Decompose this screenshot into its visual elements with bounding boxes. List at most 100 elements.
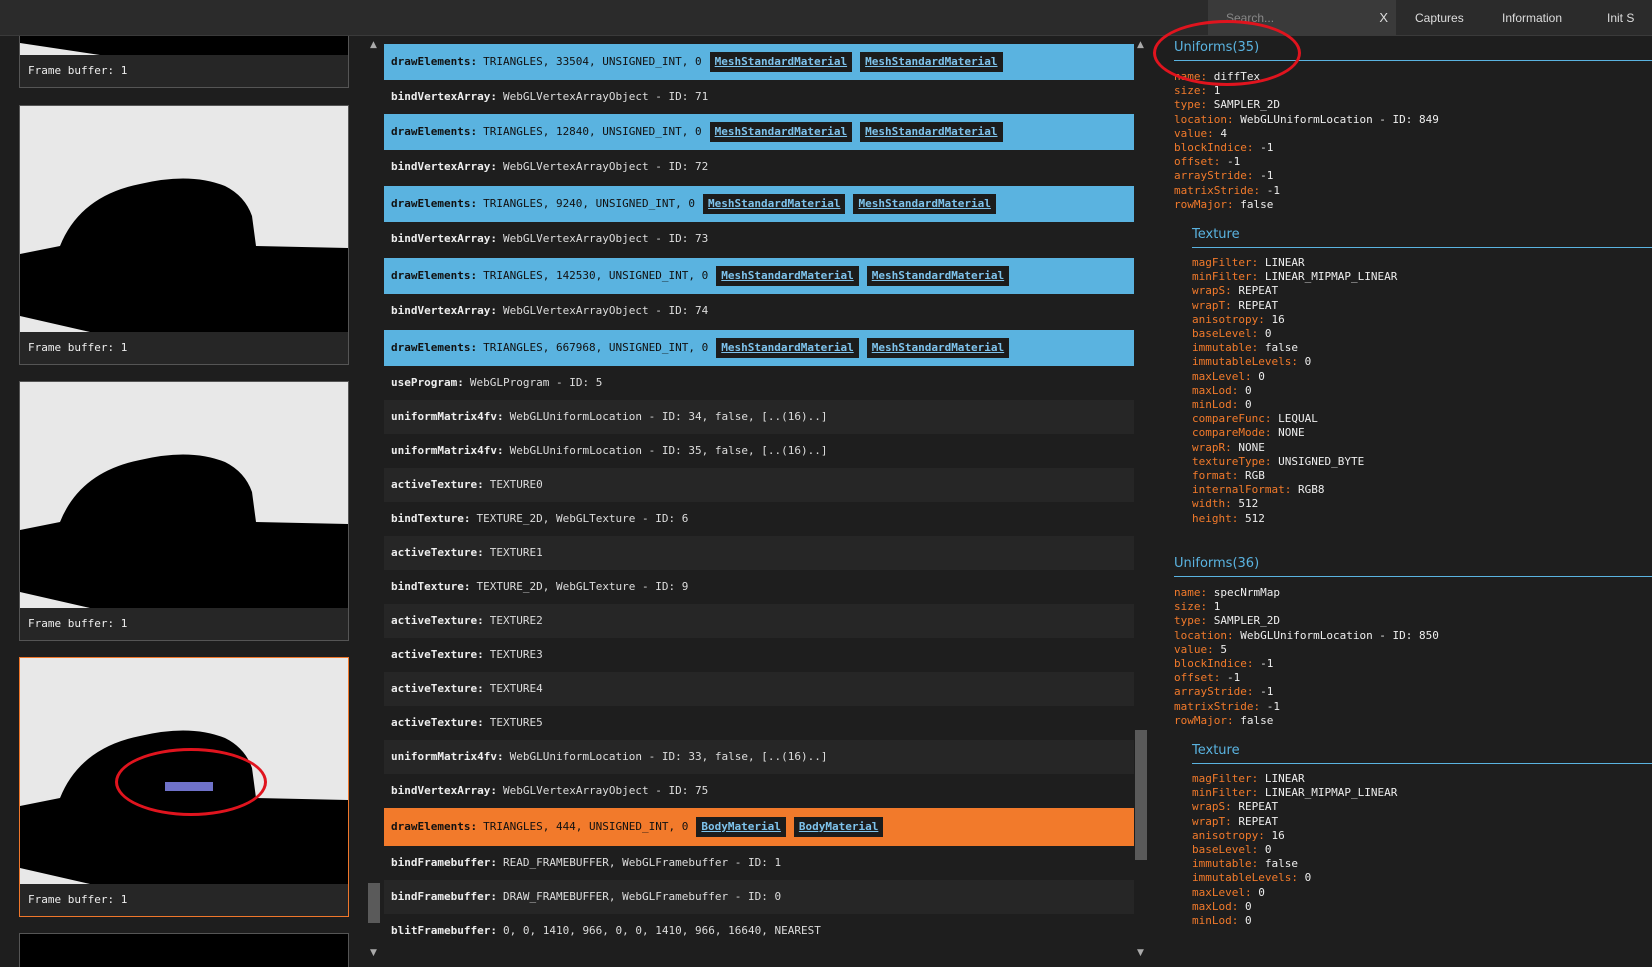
- framebuffer-preview: [20, 106, 348, 332]
- draw-call-row[interactable]: drawElements: TRIANGLES, 12840, UNSIGNED_…: [384, 114, 1134, 150]
- scroll-up-icon[interactable]: ▲: [370, 40, 377, 50]
- tab-information[interactable]: Information: [1502, 11, 1562, 25]
- material-link[interactable]: MeshStandardMaterial: [866, 266, 1010, 286]
- command-args: WebGLVertexArrayObject - ID: 74: [502, 304, 709, 317]
- command-row[interactable]: activeTexture: TEXTURE5: [384, 706, 1134, 740]
- command-row[interactable]: bindVertexArray: WebGLVertexArrayObject -…: [384, 774, 1134, 808]
- material-link[interactable]: MeshStandardMaterial: [709, 122, 853, 142]
- command-args: WebGLProgram - ID: 5: [469, 376, 603, 389]
- search-clear-button[interactable]: X: [1379, 10, 1388, 25]
- command-args: TEXTURE_2D, WebGLTexture - ID: 9: [476, 580, 689, 593]
- command-row[interactable]: activeTexture: TEXTURE2: [384, 604, 1134, 638]
- draw-call-row[interactable]: drawElements: TRIANGLES, 9240, UNSIGNED_I…: [384, 186, 1134, 222]
- command-row[interactable]: activeTexture: TEXTURE3: [384, 638, 1134, 672]
- material-link[interactable]: MeshStandardMaterial: [853, 194, 996, 214]
- field-key: rowMajor:: [1174, 713, 1234, 727]
- command-row[interactable]: bindFramebuffer: READ_FRAMEBUFFER, WebGLF…: [384, 846, 1134, 880]
- scroll-down-icon[interactable]: ▼: [1137, 948, 1144, 958]
- texture-field: baseLevel: 0: [1192, 842, 1271, 857]
- uniform-field: blockIndice: -1: [1174, 656, 1273, 671]
- command-row[interactable]: bindFramebuffer: DRAW_FRAMEBUFFER, WebGLF…: [384, 880, 1134, 914]
- visual-states-panel: Frame buffer: 1 Frame buffer: 1 Frame bu…: [0, 36, 365, 967]
- command-row[interactable]: bindTexture: TEXTURE_2D, WebGLTexture - I…: [384, 502, 1134, 536]
- texture-section-title[interactable]: Texture: [1192, 743, 1240, 758]
- material-link[interactable]: MeshStandardMaterial: [709, 52, 853, 72]
- field-key: blockIndice:: [1174, 657, 1254, 670]
- texture-section-title[interactable]: Texture: [1192, 227, 1240, 242]
- command-row[interactable]: activeTexture: TEXTURE1: [384, 536, 1134, 570]
- command-row[interactable]: uniformMatrix4fv: WebGLUniformLocation - …: [384, 434, 1134, 468]
- thumbnail-card[interactable]: Frame buffer: 1: [19, 381, 349, 641]
- scroll-thumb[interactable]: [1135, 730, 1147, 860]
- thumbnail-card[interactable]: Frame buffer: 1: [19, 105, 349, 365]
- draw-call-row[interactable]: drawElements: TRIANGLES, 33504, UNSIGNED_…: [384, 44, 1134, 80]
- command-args: TEXTURE_2D, WebGLTexture - ID: 6: [476, 512, 689, 525]
- material-link[interactable]: MeshStandardMaterial: [860, 122, 1003, 142]
- field-key: value:: [1174, 642, 1214, 656]
- command-row[interactable]: useProgram: WebGLProgram - ID: 5: [384, 366, 1134, 400]
- field-key: arrayStride:: [1174, 685, 1254, 699]
- material-link[interactable]: MeshStandardMaterial: [860, 52, 1003, 72]
- command-row[interactable]: uniformMatrix4fv: WebGLUniformLocation - …: [384, 400, 1134, 434]
- command-row[interactable]: uniformMatrix4fv: WebGLUniformLocation - …: [384, 740, 1134, 774]
- uniform-section-title[interactable]: Uniforms(36): [1174, 556, 1259, 571]
- texture-field: compareFunc: LEQUAL: [1192, 411, 1318, 426]
- field-key: rowMajor:: [1174, 197, 1234, 211]
- draw-call-row[interactable]: drawElements: TRIANGLES, 444, UNSIGNED_IN…: [384, 808, 1134, 846]
- thumbnail-card-selected[interactable]: Frame buffer: 1: [19, 657, 349, 917]
- texture-field: magFilter: LINEAR: [1192, 771, 1305, 786]
- thumbnail-card[interactable]: [19, 933, 349, 967]
- search-box: X: [1208, 0, 1396, 36]
- field-value: false: [1240, 197, 1274, 211]
- material-link[interactable]: MeshStandardMaterial: [866, 338, 1010, 358]
- command-row[interactable]: bindVertexArray: WebGLVertexArrayObject -…: [384, 80, 1134, 114]
- command-args: TEXTURE2: [489, 614, 543, 627]
- material-link[interactable]: BodyMaterial: [696, 817, 786, 837]
- command-name: bindFramebuffer:: [391, 890, 497, 903]
- command-name: blitFramebuffer:: [391, 924, 497, 937]
- field-value: SAMPLER_2D: [1213, 614, 1280, 628]
- command-args: TEXTURE1: [489, 546, 543, 559]
- scroll-down-icon[interactable]: ▼: [370, 948, 377, 958]
- texture-field: wrapS: REPEAT: [1192, 283, 1278, 298]
- draw-call-row[interactable]: drawElements: TRIANGLES, 142530, UNSIGNED…: [384, 258, 1134, 294]
- texture-field: immutable: false: [1192, 340, 1298, 355]
- field-key: location:: [1174, 112, 1234, 126]
- material-link[interactable]: BodyMaterial: [793, 817, 884, 837]
- left-scrollbar[interactable]: ▲ ▼: [367, 40, 380, 960]
- texture-field: wrapR: NONE: [1192, 440, 1265, 455]
- command-args: WebGLVertexArrayObject - ID: 73: [502, 232, 709, 245]
- field-value: -1: [1260, 169, 1274, 183]
- command-args: 0, 0, 1410, 966, 0, 0, 1410, 966, 16640,…: [502, 924, 821, 937]
- scroll-up-icon[interactable]: ▲: [1137, 40, 1144, 50]
- draw-call-row[interactable]: drawElements: TRIANGLES, 667968, UNSIGNED…: [384, 330, 1134, 366]
- field-key: maxLod:: [1192, 383, 1239, 397]
- search-input[interactable]: [1208, 0, 1368, 36]
- uniform-field: rowMajor: false: [1174, 197, 1273, 212]
- scroll-thumb[interactable]: [368, 883, 380, 923]
- material-link[interactable]: MeshStandardMaterial: [716, 338, 859, 358]
- tab-init-state[interactable]: Init S: [1607, 11, 1634, 25]
- field-key: immutableLevels:: [1192, 871, 1298, 885]
- field-value: LINEAR_MIPMAP_LINEAR: [1264, 270, 1398, 284]
- command-row[interactable]: activeTexture: TEXTURE0: [384, 468, 1134, 502]
- texture-field: height: 512: [1192, 511, 1265, 526]
- command-row[interactable]: bindVertexArray: WebGLVertexArrayObject -…: [384, 222, 1134, 256]
- uniform-section-title[interactable]: Uniforms(35): [1174, 40, 1259, 55]
- command-row[interactable]: blitFramebuffer: 0, 0, 1410, 966, 0, 0, 1…: [384, 914, 1134, 948]
- command-row[interactable]: activeTexture: TEXTURE4: [384, 672, 1134, 706]
- section-divider: [1192, 247, 1652, 248]
- field-key: immutable:: [1192, 341, 1259, 355]
- material-link[interactable]: MeshStandardMaterial: [703, 194, 846, 214]
- material-link[interactable]: MeshStandardMaterial: [716, 266, 859, 286]
- command-row[interactable]: bindVertexArray: WebGLVertexArrayObject -…: [384, 150, 1134, 184]
- command-row[interactable]: bindTexture: TEXTURE_2D, WebGLTexture - I…: [384, 570, 1134, 604]
- command-list-scrollbar[interactable]: ▲ ▼: [1134, 40, 1147, 960]
- tab-captures[interactable]: Captures: [1415, 11, 1464, 25]
- field-key: wrapS:: [1192, 800, 1232, 814]
- command-row[interactable]: bindVertexArray: WebGLVertexArrayObject -…: [384, 294, 1134, 328]
- command-name: uniformMatrix4fv:: [391, 750, 504, 763]
- field-key: immutable:: [1192, 857, 1259, 871]
- thumbnail-card[interactable]: Frame buffer: 1: [19, 36, 349, 88]
- command-name: drawElements:: [391, 269, 478, 282]
